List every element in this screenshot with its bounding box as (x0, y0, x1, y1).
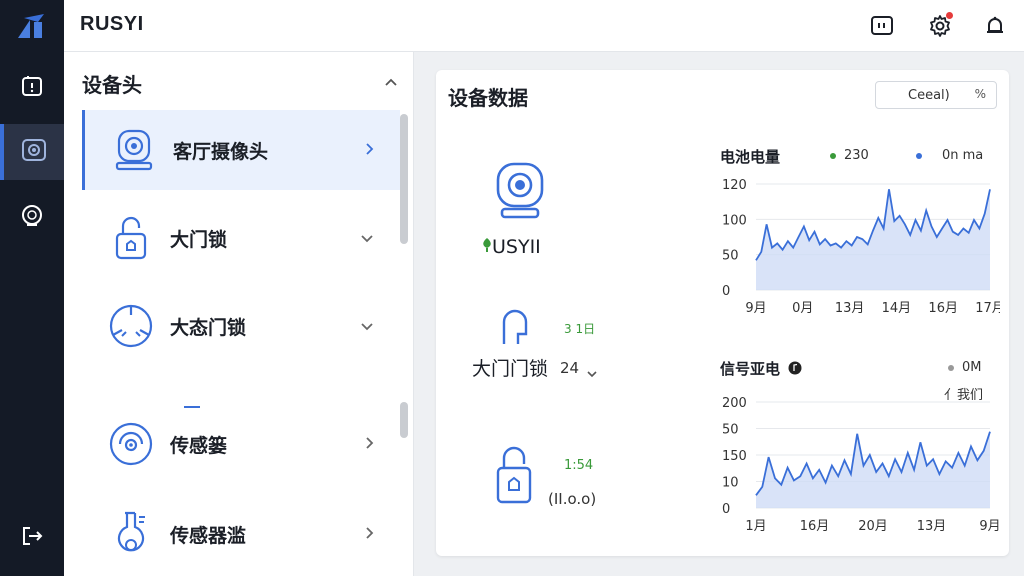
list-item-label: 大门锁 (170, 228, 228, 251)
app-title: RUSYI (80, 13, 144, 35)
list-item-label: 传感篓 (170, 434, 228, 457)
chart-legend-item: 230 (830, 148, 869, 163)
chevron-down-icon (360, 229, 374, 248)
chevron-right-icon (364, 525, 374, 544)
chart-legend-item: 0n ma (916, 148, 983, 163)
device-tag: 3 1日 (564, 322, 596, 336)
list-item-sensor-2[interactable]: 传感器滥 (82, 494, 400, 574)
alert-icon (20, 74, 44, 102)
series-area (756, 431, 990, 508)
list-item-label: 传感器滥 (170, 524, 247, 547)
camera-icon (21, 137, 47, 167)
top-header: RUSYI (64, 0, 1024, 52)
partial-icon (182, 395, 202, 408)
battery-chart: 120 100 50 0 9月 0月 13月 14月 16月 17月 (722, 178, 1000, 316)
chevron-right-icon (364, 435, 374, 454)
list-item-sensor[interactable]: 传感篓 (82, 404, 400, 484)
series-area (756, 189, 990, 290)
rail-item-logout[interactable] (0, 510, 64, 566)
list-item-door-sensor[interactable]: 大态门锁 (82, 286, 400, 366)
y-tick-label: 50 (722, 423, 739, 438)
device-name: USYII (492, 236, 541, 258)
nav-rail (0, 0, 64, 576)
y-tick-label: 120 (722, 178, 747, 193)
x-tick-label: 20月 (858, 519, 888, 534)
target-icon (104, 417, 158, 471)
rail-item-alerts[interactable] (0, 60, 64, 116)
device-value: 1:54 (564, 458, 594, 473)
y-tick-label: 0 (722, 502, 730, 517)
x-tick-label: 0月 (792, 301, 813, 316)
panel-title: 设备数据 (448, 86, 528, 110)
flask-icon (104, 507, 158, 561)
device-list-heading: 设备头 (82, 73, 142, 97)
list-scrollbar-thumb-lower[interactable] (400, 402, 408, 438)
chevron-down-icon (360, 317, 374, 336)
device-data-panel: 设备数据 Ceeal) % USYII 3 1日 大门门锁 24 1:54 (I… (436, 70, 1009, 556)
chevron-right-icon (364, 141, 374, 160)
y-tick-label: 150 (722, 449, 747, 464)
bell-icon[interactable] (981, 12, 1009, 40)
y-tick-label: 0 (722, 284, 730, 299)
devices-icon (19, 203, 45, 233)
device-list-panel: 设备头 客厅摄像头 大门锁 大态门锁 传感篓 传感器滥 (64, 52, 414, 576)
logout-icon (20, 524, 44, 552)
search-suffix[interactable]: % (975, 87, 986, 101)
list-scrollbar-thumb[interactable] (400, 114, 408, 244)
chart-title-battery: 电池电量 (720, 148, 781, 166)
x-tick-label: 9月 (979, 519, 1000, 534)
lock-icon (104, 211, 158, 265)
signal-chart: 200 50 150 10 0 1月 16月 20月 13月 9月 (722, 396, 1000, 534)
device-name: 大门门锁 (472, 358, 549, 380)
chart-legend-item: 0M (948, 360, 982, 375)
x-tick-label: 13月 (835, 301, 865, 316)
list-item-label: 大态门锁 (170, 316, 247, 339)
search-value: Ceeal) (908, 87, 950, 103)
rail-item-devices[interactable] (0, 190, 64, 246)
monitor-icon[interactable] (868, 12, 896, 40)
search-input[interactable]: Ceeal) % (875, 81, 997, 109)
y-tick-label: 50 (722, 249, 739, 264)
lock-icon (494, 442, 534, 510)
x-tick-label: 9月 (745, 301, 766, 316)
y-tick-label: 200 (722, 396, 747, 411)
chart-title-signal: 信号亚电 (720, 360, 781, 378)
device-value-secondary: (II.o.o) (548, 490, 597, 508)
x-tick-label: 14月 (882, 301, 912, 316)
music-note-icon (788, 360, 802, 379)
rail-item-cameras[interactable] (0, 124, 64, 180)
gear-icon[interactable] (926, 12, 954, 40)
x-tick-label: 13月 (917, 519, 947, 534)
x-tick-label: 17月 (975, 301, 1000, 316)
notification-dot (946, 12, 953, 19)
sensor-icon (104, 299, 158, 353)
x-tick-label: 1月 (745, 519, 766, 534)
y-tick-label: 100 (722, 213, 747, 228)
x-tick-label: 16月 (928, 301, 958, 316)
list-item-label: 客厅摄像头 (173, 140, 269, 163)
app-logo (16, 10, 48, 40)
x-tick-label: 16月 (800, 519, 830, 534)
camera-icon (107, 123, 161, 177)
user-door-icon (500, 308, 530, 350)
camera-icon (492, 162, 548, 224)
chevron-down-icon[interactable] (586, 363, 598, 382)
list-item-front-door-lock[interactable]: 大门锁 (82, 198, 400, 278)
y-tick-label: 10 (722, 476, 739, 491)
list-item-living-room-camera[interactable]: 客厅摄像头 (82, 110, 400, 190)
device-suffix: 24 (560, 359, 580, 377)
chevron-up-icon[interactable] (384, 72, 398, 91)
